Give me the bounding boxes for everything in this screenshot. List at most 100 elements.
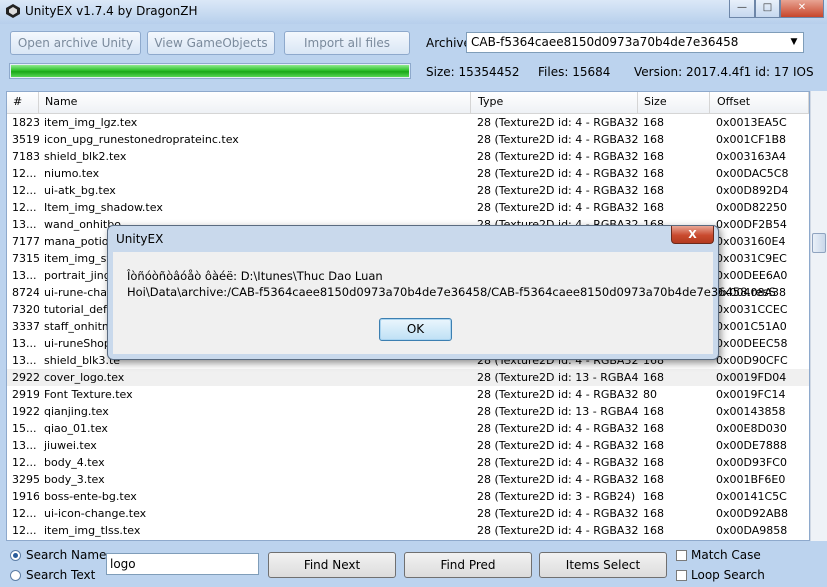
cell-offset: 0x001CF1B8	[716, 133, 787, 146]
table-row[interactable]: 3519 icon_upg_runestonedroprateinc.tex 28 …	[7, 131, 809, 148]
search-name-label[interactable]: Search Name	[26, 548, 106, 562]
cell-type: 28 (Texture2D id: 13 - RGBA4...	[477, 405, 638, 418]
window-title: UnityEX v1.7.4 by DragonZH	[25, 4, 198, 18]
cell-index: 12...	[12, 456, 37, 469]
cell-type: 28 (Texture2D id: 4 - RGBA32)	[477, 116, 638, 129]
cell-name: niumo.tex	[44, 167, 100, 180]
cell-type: 28 (Texture2D id: 4 - RGBA32)	[477, 456, 638, 469]
column-header-type[interactable]: Type	[472, 92, 638, 113]
cell-name: ui-icon-change.tex	[44, 507, 147, 520]
dialog-message: Îòñóòñòâóåò ôàéë: D:\Itunes\Thuc Dao Lua…	[127, 268, 776, 300]
search-input[interactable]: logo	[106, 553, 259, 575]
cell-offset: 0x00D892D4	[716, 184, 789, 197]
table-row[interactable]: 13... jiuwei.tex 28 (Texture2D id: 4 - RGB…	[7, 437, 809, 454]
items-select-button[interactable]: Items Select	[539, 552, 667, 578]
cell-offset: 0x00141C5C	[716, 490, 787, 503]
maximize-button[interactable]: □	[755, 0, 780, 18]
dialog-title: UnityEX	[116, 232, 164, 246]
cell-name: body_3.tex	[44, 473, 105, 486]
cell-index: 12...	[12, 201, 37, 214]
cell-type: 28 (Texture2D id: 4 - RGBA32)	[477, 524, 638, 537]
cell-offset: 0x001BF6E0	[716, 473, 786, 486]
cell-size: 168	[643, 490, 664, 503]
cell-index: 13...	[12, 218, 37, 231]
cell-index: 3519	[12, 133, 39, 146]
cell-type: 28 (Texture2D id: 4 - RGBA32)	[477, 150, 638, 163]
table-row[interactable]: 7183 shield_blk2.tex 28 (Texture2D id: 4 -…	[7, 148, 809, 165]
column-header-size[interactable]: Size	[638, 92, 710, 113]
table-row[interactable]: 1922 qianjing.tex 28 (Texture2D id: 13 - R…	[7, 403, 809, 420]
table-row[interactable]: 3295 body_3.tex 28 (Texture2D id: 4 - RGBA…	[7, 471, 809, 488]
table-row[interactable]: 12... ui-icon-change.tex 28 (Texture2D id:…	[7, 505, 809, 522]
column-header-index[interactable]: #	[7, 92, 39, 113]
cell-size: 168	[643, 371, 664, 384]
files-info: Files: 15684	[538, 65, 611, 79]
table-row[interactable]: 12... niumo.tex 28 (Texture2D id: 4 - RGBA…	[7, 165, 809, 182]
dialog-message-line-1: Îòñóòñòâóåò ôàéë: D:\Itunes\Thuc Dao Lua…	[127, 269, 383, 283]
table-header: # Name Type Size Offset	[7, 92, 809, 114]
table-row[interactable]: 15... qiao_01.tex 28 (Texture2D id: 4 - RG…	[7, 420, 809, 437]
column-header-name[interactable]: Name	[39, 92, 471, 113]
table-row[interactable]: 1823 item_img_lgz.tex 28 (Texture2D id: 4 …	[7, 114, 809, 131]
table-row[interactable]: 12... item_img_tlss.tex 28 (Texture2D id: …	[7, 522, 809, 539]
table-row[interactable]: 12... body_4.tex 28 (Texture2D id: 4 - RGB…	[7, 454, 809, 471]
chevron-down-icon[interactable]: ▼	[787, 35, 801, 50]
cell-type: 28 (Texture2D id: 4 - RGBA32)	[477, 167, 638, 180]
cell-index: 12...	[12, 524, 37, 537]
cell-name: Font Texture.tex	[44, 388, 133, 401]
main-window: UnityEX v1.7.4 by DragonZH — □ ✕ Open ar…	[0, 0, 827, 587]
table-row[interactable]: 1916 boss-ente-bg.tex 28 (Texture2D id: 3 …	[7, 488, 809, 505]
cell-offset: 0x00D82250	[716, 201, 787, 214]
minimize-button[interactable]: —	[729, 0, 755, 18]
cell-index: 13...	[12, 269, 37, 282]
archive-select[interactable]: CAB-f5364caee8150d0973a70b4de7e36458 ▼	[466, 32, 804, 53]
search-text-radio[interactable]	[10, 570, 21, 581]
cell-size: 168	[643, 405, 664, 418]
dialog-close-button[interactable]: X	[671, 226, 714, 244]
dialog-message-line-2: Hoi\Data\archive:/CAB-f5364caee8150d0973…	[127, 285, 776, 299]
cell-offset: 0x0013EA5C	[716, 116, 787, 129]
match-case-label[interactable]: Match Case	[691, 548, 761, 562]
cell-offset: 0x00E8D030	[716, 422, 787, 435]
cell-name: qianjing.tex	[44, 405, 109, 418]
scrollbar-thumb[interactable]	[812, 233, 826, 253]
cell-size: 168	[643, 201, 664, 214]
ok-button[interactable]: OK	[379, 318, 452, 341]
cell-size: 168	[643, 524, 664, 537]
cell-offset: 0x00D93FC0	[716, 456, 787, 469]
cell-size: 168	[643, 507, 664, 520]
cell-offset: 0x00DF2B54	[716, 218, 787, 231]
cell-name: body_4.tex	[44, 456, 105, 469]
progress-fill	[11, 65, 409, 77]
loop-search-checkbox[interactable]	[676, 570, 687, 581]
search-name-radio[interactable]	[10, 550, 21, 561]
vertical-scrollbar[interactable]	[810, 91, 827, 541]
cell-offset: 0x0031C9EC	[716, 252, 787, 265]
open-archive-button[interactable]: Open archive Unity	[10, 31, 141, 55]
view-gameobjects-button[interactable]: View GameObjects	[147, 31, 275, 55]
cell-name: jiuwei.tex	[44, 439, 97, 452]
cell-offset: 0x00DAC5C8	[716, 167, 789, 180]
cell-index: 7183	[12, 150, 39, 163]
size-info: Size: 15354452	[426, 65, 520, 79]
table-row[interactable]: 12... ui-atk_bg.tex 28 (Texture2D id: 4 - …	[7, 182, 809, 199]
close-button[interactable]: ✕	[780, 0, 824, 18]
column-header-offset[interactable]: Offset	[711, 92, 809, 113]
cell-type: 28 (Texture2D id: 4 - RGBA32)	[477, 422, 638, 435]
search-text-label[interactable]: Search Text	[26, 568, 95, 582]
find-next-button[interactable]: Find Next	[268, 552, 396, 578]
cell-type: 28 (Texture2D id: 13 - RGBA4...	[477, 371, 638, 384]
match-case-checkbox[interactable]	[676, 550, 687, 561]
find-pred-button[interactable]: Find Pred	[404, 552, 532, 578]
table-row[interactable]: 12... Item_img_shadow.tex 28 (Texture2D id…	[7, 199, 809, 216]
progress-bar	[9, 63, 411, 79]
import-all-button[interactable]: Import all files	[284, 31, 410, 55]
loop-search-label[interactable]: Loop Search	[691, 568, 765, 582]
cell-name: cover_logo.tex	[44, 371, 125, 384]
cell-size: 168	[643, 184, 664, 197]
cell-index: 7315	[12, 252, 39, 265]
table-row[interactable]: 2919 Font Texture.tex 28 (Texture2D id: 4 …	[7, 386, 809, 403]
table-row[interactable]: 2922 cover_logo.tex 28 (Texture2D id: 13 -…	[7, 369, 809, 386]
cell-name: qiao_01.tex	[44, 422, 108, 435]
cell-offset: 0x00D90CFC	[716, 354, 788, 367]
